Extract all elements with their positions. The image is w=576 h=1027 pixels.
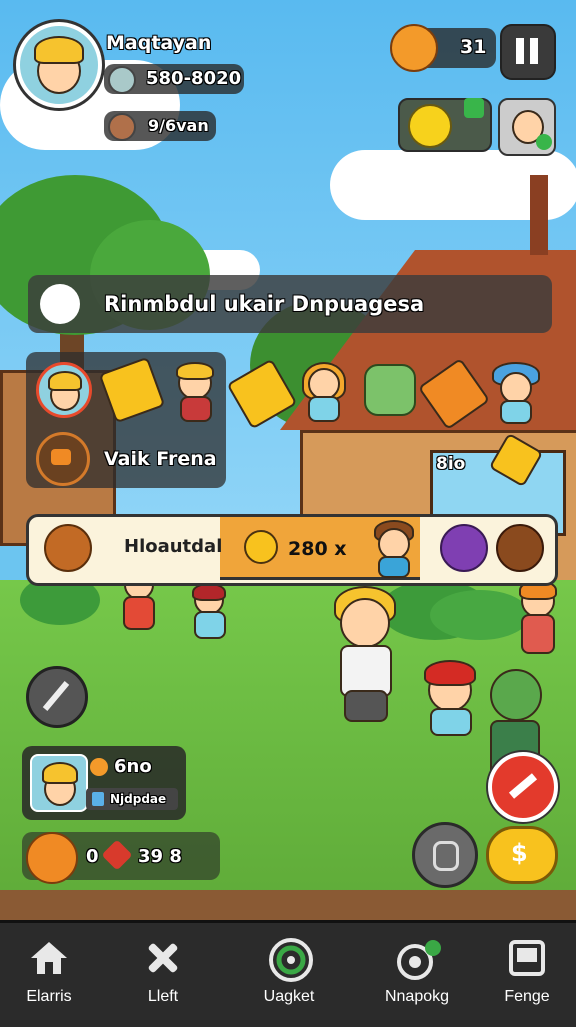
reward-label: Hloautdal [124,536,223,557]
pencil-icon [42,681,70,711]
kid-character[interactable] [420,660,480,736]
badge-icon [464,98,484,118]
pause-button[interactable] [500,24,556,80]
player-avatar[interactable] [16,22,102,108]
pause-icon [516,38,524,64]
pencil-button[interactable] [26,666,88,728]
player-card[interactable]: 6no Njdpdae [22,746,186,820]
reward-amount: 280 x [288,538,347,560]
dirt-edge [0,890,576,920]
map-icon [433,841,459,871]
arrow-icon [508,773,538,799]
social-icon [397,938,441,980]
gems-counter: 9/6van [104,111,216,141]
star-icon [90,758,108,776]
nav-item-shop[interactable]: Fenge [472,930,576,1020]
currency-icon: $ [511,839,528,867]
rocket-icon [101,839,133,871]
chimney [530,175,548,255]
kid-character[interactable] [186,583,230,645]
sun-icon [408,104,452,148]
character-badge[interactable] [36,432,90,486]
map-button[interactable] [412,822,478,888]
player-card-value: 6no [114,756,152,777]
character-slot[interactable] [298,362,346,422]
character-slot[interactable] [170,362,218,422]
home-icon [29,938,69,978]
characters-label: Vaik Frena [104,448,217,470]
currency-button[interactable]: $ [486,826,558,884]
item-plant[interactable] [364,364,416,416]
reward-character[interactable] [370,520,414,578]
tag-icon [92,792,104,806]
action-button[interactable] [488,752,558,822]
check-icon [536,134,552,150]
coins-counter: 580-8020 [104,64,244,94]
player-name: Maqtayan [106,32,212,54]
leaf-icon [51,449,71,465]
nav-item-target[interactable]: Uagket [234,930,344,1020]
fox-icon [390,24,438,72]
coin-icon [108,66,136,94]
main-character[interactable] [328,586,400,725]
book-icon [40,284,80,324]
gems-value: 9/6van [148,116,209,135]
player-card-sub: Njdpdae [110,792,167,806]
gear-badge-icon [44,524,92,572]
nav-item-social[interactable]: Nnapokg [362,930,472,1020]
reward-character-purple[interactable] [440,524,488,572]
nav-item-tools[interactable]: Lleft [108,930,218,1020]
energy-counter[interactable]: 31 [390,24,496,72]
quest-banner[interactable]: Rinmbdul ukair Dnpuagesa [28,275,552,333]
resource-a: 0 [86,846,99,867]
tools-icon [143,938,183,978]
resources-bar: 0 39 8 [22,832,220,884]
coins-value: 580-8020 [146,68,242,89]
character-slot[interactable] [490,362,540,424]
energy-value: 31 [460,36,487,58]
whistle-icon [244,530,278,564]
character-slot[interactable] [36,362,92,418]
quest-title: Rinmbdul ukair Dnpuagesa [104,292,425,316]
reward-character-brown[interactable] [496,524,544,572]
friend-avatar-button[interactable] [498,98,556,156]
resource-b: 39 8 [138,846,182,867]
shop-icon [507,938,547,978]
characters-count: 8io [436,454,466,474]
kid-character[interactable] [515,580,559,660]
sun-event-button[interactable] [398,98,492,152]
nav-item-home[interactable]: Elarris [0,930,104,1020]
character-icon [108,113,136,141]
sun-face-icon [26,832,78,884]
target-icon [269,938,313,982]
